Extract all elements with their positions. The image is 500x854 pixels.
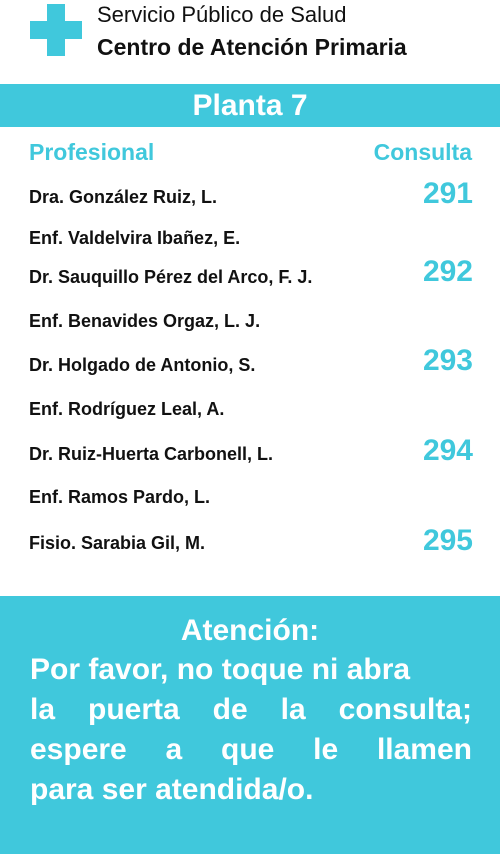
notice-line: espere a que le llamen bbox=[30, 732, 472, 768]
room-number: 291 bbox=[422, 177, 473, 210]
notice-word: consulta; bbox=[338, 693, 472, 726]
professional-name: Enf. Ramos Pardo, L. bbox=[29, 487, 211, 507]
notice-word: puerta bbox=[88, 693, 180, 726]
notice-word: la bbox=[280, 693, 306, 726]
notice-line: Por favor, no toque ni abra bbox=[30, 653, 411, 686]
column-header-professional: Profesional bbox=[29, 139, 155, 165]
notice-word: la bbox=[30, 693, 56, 726]
room-number: 295 bbox=[422, 524, 473, 557]
professional-name: Enf. Benavides Orgaz, L. J. bbox=[29, 311, 261, 331]
room-number: 294 bbox=[422, 434, 473, 467]
room-number: 292 bbox=[422, 255, 473, 288]
header: Servicio Público de Salud Centro de Aten… bbox=[0, 0, 500, 82]
room-number: 293 bbox=[422, 344, 473, 377]
floor-label: Planta 7 bbox=[0, 84, 500, 127]
notice-line: para ser atendida/o. bbox=[30, 773, 314, 806]
professional-name: Enf. Valdelvira Ibañez, E. bbox=[29, 228, 241, 248]
organization-name: Servicio Público de Salud bbox=[97, 2, 347, 27]
notice-word: a bbox=[165, 733, 183, 766]
professional-name: Dr. Ruiz-Huerta Carbonell, L. bbox=[29, 444, 274, 464]
notice-title: Atención: bbox=[180, 614, 320, 647]
notice-line: la puerta de la consulta; bbox=[30, 692, 472, 728]
professional-name: Dr. Holgado de Antonio, S. bbox=[29, 355, 256, 375]
notice-word: que bbox=[221, 733, 275, 766]
professional-name: Dr. Sauquillo Pérez del Arco, F. J. bbox=[29, 267, 313, 287]
center-name: Centro de Atención Primaria bbox=[97, 34, 407, 60]
professional-name: Dra. González Ruiz, L. bbox=[29, 187, 218, 207]
notice-word: le bbox=[313, 733, 339, 766]
notice-panel: Atención: Por favor, no toque ni abra la… bbox=[0, 596, 500, 854]
professional-name: Enf. Rodríguez Leal, A. bbox=[29, 399, 225, 419]
notice-word: espere bbox=[30, 733, 127, 766]
notice-word: llamen bbox=[376, 733, 472, 766]
medical-cross-icon bbox=[30, 4, 82, 56]
notice-word: de bbox=[212, 693, 248, 726]
column-header-room: Consulta bbox=[373, 139, 472, 165]
professional-name: Fisio. Sarabia Gil, M. bbox=[29, 533, 206, 553]
